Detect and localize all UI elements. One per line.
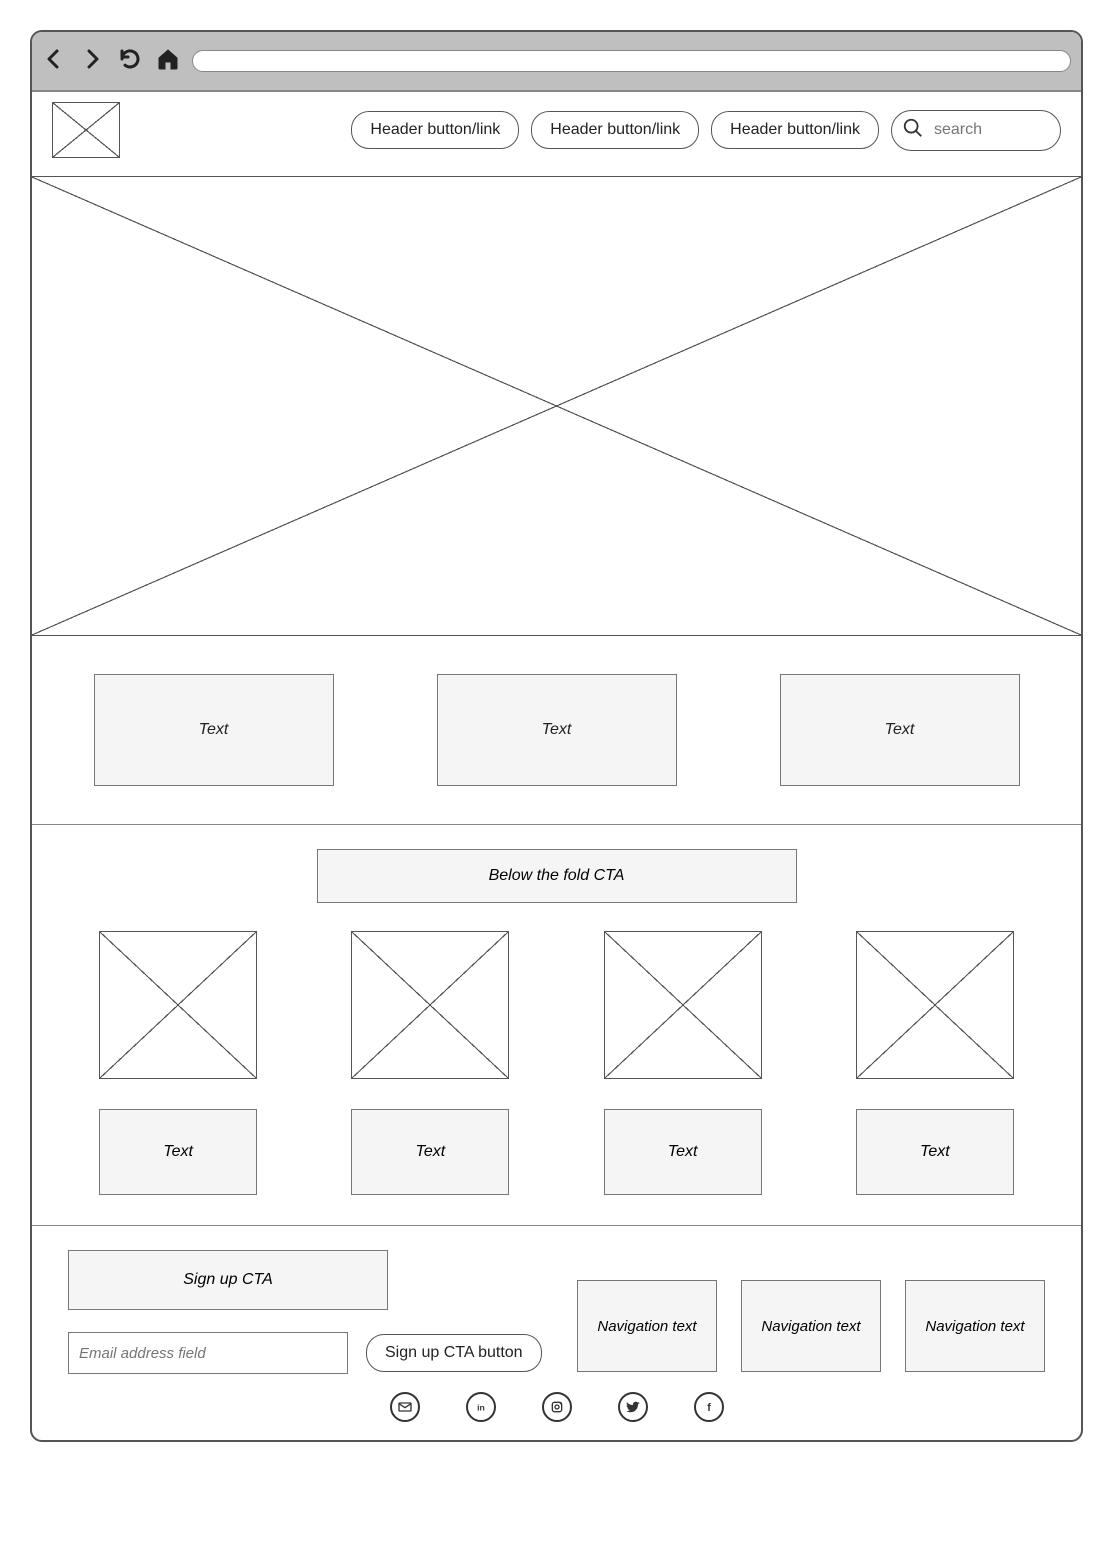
hero-image-placeholder: [32, 176, 1081, 636]
search-icon: [902, 117, 924, 144]
feature-text-1: Text: [94, 674, 334, 786]
card-text-3: Text: [604, 1109, 762, 1195]
below-fold-cta[interactable]: Below the fold CTA: [317, 849, 797, 903]
card-grid: Text Text Text Text: [32, 931, 1081, 1225]
footer-nav-3[interactable]: Navigation text: [905, 1280, 1045, 1372]
browser-wireframe: Header button/link Header button/link He…: [30, 30, 1083, 1442]
social-icons-row: in f: [68, 1392, 1045, 1422]
reload-icon[interactable]: [118, 47, 142, 76]
feature-row: Text Text Text: [32, 636, 1081, 824]
twitter-icon[interactable]: [618, 1392, 648, 1422]
email-field[interactable]: [68, 1332, 348, 1374]
search-input[interactable]: [934, 121, 1024, 139]
header-nav-button-3[interactable]: Header button/link: [711, 111, 879, 149]
card-image-4: [856, 931, 1014, 1079]
back-icon[interactable]: [42, 47, 66, 76]
header-nav-button-2[interactable]: Header button/link: [531, 111, 699, 149]
home-icon[interactable]: [156, 47, 180, 76]
footer-nav-2[interactable]: Navigation text: [741, 1280, 881, 1372]
card-image-2: [351, 931, 509, 1079]
instagram-icon[interactable]: [542, 1392, 572, 1422]
page-header: Header button/link Header button/link He…: [32, 92, 1081, 176]
card-text-1: Text: [99, 1109, 257, 1195]
facebook-icon[interactable]: f: [694, 1392, 724, 1422]
card-text-2: Text: [351, 1109, 509, 1195]
svg-text:f: f: [707, 1402, 711, 1414]
header-nav-button-1[interactable]: Header button/link: [351, 111, 519, 149]
feature-text-2: Text: [437, 674, 677, 786]
browser-toolbar: [32, 32, 1081, 92]
logo-placeholder: [52, 102, 120, 158]
svg-text:in: in: [477, 1402, 485, 1412]
card-image-3: [604, 931, 762, 1079]
url-bar[interactable]: [192, 50, 1071, 72]
forward-icon[interactable]: [80, 47, 104, 76]
signup-button[interactable]: Sign up CTA button: [366, 1334, 542, 1372]
page-footer: Sign up CTA Sign up CTA button Navigatio…: [32, 1225, 1081, 1440]
card-text-4: Text: [856, 1109, 1014, 1195]
linkedin-icon[interactable]: in: [466, 1392, 496, 1422]
mail-icon[interactable]: [390, 1392, 420, 1422]
below-fold-section: Below the fold CTA Text Text Text Text: [32, 824, 1081, 1225]
card-image-1: [99, 931, 257, 1079]
footer-nav-1[interactable]: Navigation text: [577, 1280, 717, 1372]
signup-cta: Sign up CTA: [68, 1250, 388, 1310]
search-box[interactable]: [891, 110, 1061, 151]
feature-text-3: Text: [780, 674, 1020, 786]
